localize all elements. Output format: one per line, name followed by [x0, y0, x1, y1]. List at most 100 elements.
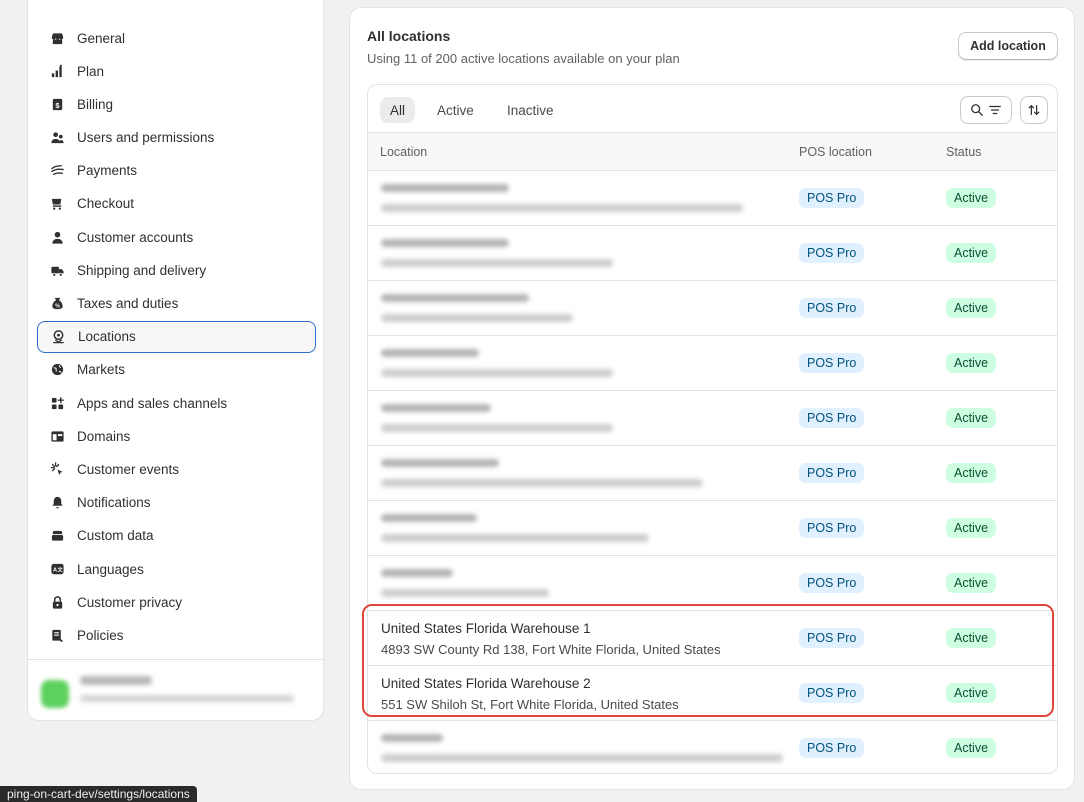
sidebar-item-apps-and-sales-channels[interactable]: Apps and sales channels — [37, 387, 316, 419]
table-row[interactable]: POS Pro Active — [368, 281, 1057, 336]
location-name-redacted — [381, 514, 477, 522]
cart-icon — [49, 196, 65, 212]
location-address-redacted — [381, 479, 703, 487]
locations-table: All Active Inactive Location POS locatio… — [367, 84, 1058, 774]
pos-badge: POS Pro — [799, 518, 865, 538]
table-row[interactable]: POS Pro Active — [368, 391, 1057, 446]
location-name-redacted — [381, 459, 499, 467]
table-row[interactable]: POS Pro Active — [368, 336, 1057, 391]
apps-icon — [49, 395, 65, 411]
page-title: All locations — [367, 28, 451, 44]
status-badge: Active — [946, 463, 997, 483]
store-email-redacted — [80, 695, 294, 702]
sidebar-item-locations[interactable]: Locations — [37, 320, 316, 353]
sidebar-item-payments[interactable]: Payments — [37, 155, 316, 187]
status-badge: Active — [946, 738, 997, 758]
column-location: Location — [380, 145, 428, 159]
location-address-redacted — [381, 424, 613, 432]
sidebar-item-general[interactable]: General — [37, 22, 316, 54]
table-row[interactable]: POS Pro Active — [368, 501, 1057, 556]
pos-badge: POS Pro — [799, 628, 865, 648]
status-badge: Active — [946, 353, 997, 373]
location-address-redacted — [381, 534, 649, 542]
location-name[interactable]: United States Florida Warehouse 1 — [381, 621, 591, 636]
svg-text:A: A — [52, 567, 56, 573]
truck-icon — [49, 262, 65, 278]
filter-icon — [989, 105, 1001, 115]
table-row[interactable]: POS Pro Active — [368, 171, 1057, 226]
sidebar-item-users-and-permissions[interactable]: Users and permissions — [37, 122, 316, 154]
status-badge: Active — [946, 408, 997, 428]
tab-inactive[interactable]: Inactive — [497, 97, 564, 123]
pos-badge: POS Pro — [799, 463, 865, 483]
sidebar-item-plan[interactable]: Plan — [37, 55, 316, 87]
tab-active[interactable]: Active — [427, 97, 484, 123]
store-account[interactable] — [28, 659, 323, 721]
sidebar-item-billing[interactable]: $ Billing — [37, 88, 316, 120]
location-name-redacted — [381, 734, 443, 742]
pos-badge: POS Pro — [799, 188, 865, 208]
store-avatar — [41, 680, 69, 708]
sidebar-item-label: Locations — [78, 329, 136, 345]
sort-button[interactable] — [1020, 96, 1048, 124]
sidebar-item-policies[interactable]: Policies — [37, 619, 316, 651]
page-subtitle: Using 11 of 200 active locations availab… — [367, 51, 680, 66]
status-bar-url: ping-on-cart-dev/settings/locations — [0, 786, 197, 802]
settings-sidebar: General Plan $ Billing Users and permissions… — [27, 0, 324, 721]
sidebar-item-taxes-and-duties[interactable]: % Taxes and duties — [37, 288, 316, 320]
settings-nav: General Plan $ Billing Users and permissions… — [37, 22, 316, 653]
sidebar-item-label: Shipping and delivery — [77, 262, 207, 278]
bell-icon — [49, 495, 65, 511]
pos-badge: POS Pro — [799, 573, 865, 593]
sidebar-item-languages[interactable]: A 文 Languages — [37, 553, 316, 585]
locations-card: All locations Using 11 of 200 active loc… — [349, 7, 1075, 790]
table-header: Location POS location Status — [368, 132, 1057, 171]
status-badge: Active — [946, 518, 997, 538]
location-address-redacted — [381, 589, 549, 597]
column-pos-location: POS location — [799, 145, 872, 159]
sidebar-item-checkout[interactable]: Checkout — [37, 188, 316, 220]
table-row[interactable]: United States Florida Warehouse 1 4893 SW… — [368, 611, 1057, 666]
table-row[interactable]: POS Pro Active — [368, 556, 1057, 611]
pos-badge: POS Pro — [799, 408, 865, 428]
payments-icon — [49, 163, 65, 179]
filter-tabs: All Active Inactive — [368, 85, 1057, 132]
sidebar-item-label: Markets — [77, 362, 126, 378]
status-badge: Active — [946, 628, 997, 648]
table-row[interactable]: United States Florida Warehouse 2 551 SW … — [368, 666, 1057, 721]
sidebar-item-customer-privacy[interactable]: Customer privacy — [37, 586, 316, 618]
location-address-redacted — [381, 369, 613, 377]
sidebar-item-custom-data[interactable]: Custom data — [37, 520, 316, 552]
store-name-redacted — [80, 676, 152, 685]
table-row[interactable]: POS Pro Active — [368, 446, 1057, 501]
policy-icon — [49, 627, 65, 643]
billing-icon: $ — [49, 96, 65, 112]
sidebar-item-customer-events[interactable]: Customer events — [37, 453, 316, 485]
sidebar-item-notifications[interactable]: Notifications — [37, 487, 316, 519]
location-name-redacted — [381, 294, 529, 302]
pos-badge: POS Pro — [799, 298, 865, 318]
pos-badge: POS Pro — [799, 683, 865, 703]
location-icon — [50, 329, 66, 345]
location-address-redacted — [381, 314, 573, 322]
location-name-redacted — [381, 349, 479, 357]
globe-icon — [49, 362, 65, 378]
status-badge: Active — [946, 573, 997, 593]
sidebar-item-customer-accounts[interactable]: Customer accounts — [37, 221, 316, 253]
svg-text:%: % — [55, 303, 60, 309]
sidebar-item-label: Billing — [77, 96, 114, 112]
sidebar-item-domains[interactable]: Domains — [37, 420, 316, 452]
tab-all[interactable]: All — [380, 97, 416, 123]
sort-icon — [1028, 105, 1040, 115]
add-location-button[interactable]: Add location — [958, 32, 1058, 60]
location-address-redacted — [381, 259, 613, 267]
location-address-redacted — [381, 754, 783, 762]
search-filter-button[interactable] — [960, 96, 1012, 124]
sidebar-item-label: Taxes and duties — [77, 296, 179, 311]
location-name[interactable]: United States Florida Warehouse 2 — [381, 676, 591, 691]
sidebar-item-markets[interactable]: Markets — [37, 354, 316, 386]
sidebar-item-shipping-and-delivery[interactable]: Shipping and delivery — [37, 254, 316, 286]
sidebar-item-label: Domains — [77, 428, 131, 444]
table-row[interactable]: POS Pro Active — [368, 226, 1057, 281]
table-row[interactable]: POS Pro Active — [368, 721, 1057, 773]
